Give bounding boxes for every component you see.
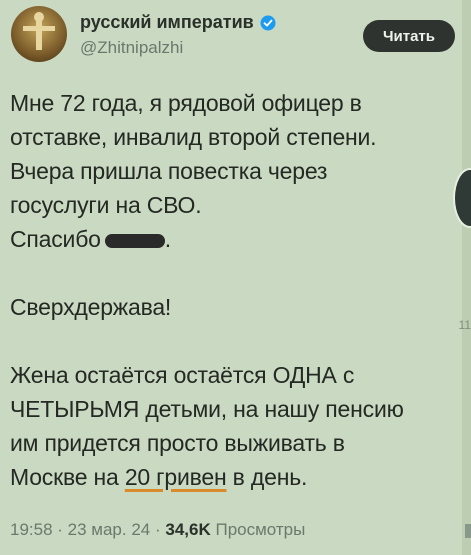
views-count: 34,6K (165, 520, 211, 539)
avatar[interactable] (11, 6, 67, 62)
tweet-line: Вчера пришла повестка через (10, 158, 328, 184)
thanks-text: Спасибо (10, 226, 101, 252)
tweet-text: Мне 72 года, я рядовой офицер в отставке… (10, 86, 460, 494)
underlined-phrase: 20 гривен (124, 464, 227, 490)
tweet-line: Мне 72 года, я рядовой офицер в (10, 90, 362, 116)
last-line-prefix: Москве на (10, 464, 119, 490)
last-line-suffix: в день. (232, 464, 308, 490)
tweet-line-thanks: Спасибо. (10, 222, 460, 256)
tweet-line: госуслуги на СВО. (10, 192, 202, 218)
tweet-line-superpower: Сверхдержава! (10, 294, 172, 320)
tweet-line-last: Москве на 20 гривен в день. (10, 460, 460, 494)
tweet-card: русский императив @Zhitnipalzhi Читать М… (0, 0, 462, 555)
verified-badge-icon (260, 15, 276, 31)
adjacent-panel-edge (462, 0, 471, 555)
thanks-suffix: . (164, 226, 171, 252)
avatar-figure-icon (23, 12, 55, 50)
tweet-line: Жена остаётся остаётся ОДНА с (10, 362, 355, 388)
tweet-timestamp[interactable]: 19:58 · 23 мар. 24 · (10, 520, 161, 539)
author-handle[interactable]: @Zhitnipalzhi (80, 38, 183, 58)
tweet-line: отставке, инвалид второй степени. (10, 124, 377, 150)
adjacent-number: 11 (458, 318, 471, 332)
tweet-meta: 19:58 · 23 мар. 24 · 34,6K Просмотры (10, 520, 305, 540)
redacted-mark (104, 233, 165, 248)
author-name-row: русский императив (80, 12, 276, 33)
tweet-line: им придется просто выживать в (10, 430, 345, 456)
author-display-name[interactable]: русский императив (80, 12, 254, 33)
tweet-line: ЧЕТЫРЬМЯ детьми, на нашу пенсию (10, 396, 404, 422)
adjacent-bar-fragment (465, 524, 471, 538)
read-button[interactable]: Читать (363, 20, 455, 52)
views-label: Просмотры (215, 520, 306, 539)
